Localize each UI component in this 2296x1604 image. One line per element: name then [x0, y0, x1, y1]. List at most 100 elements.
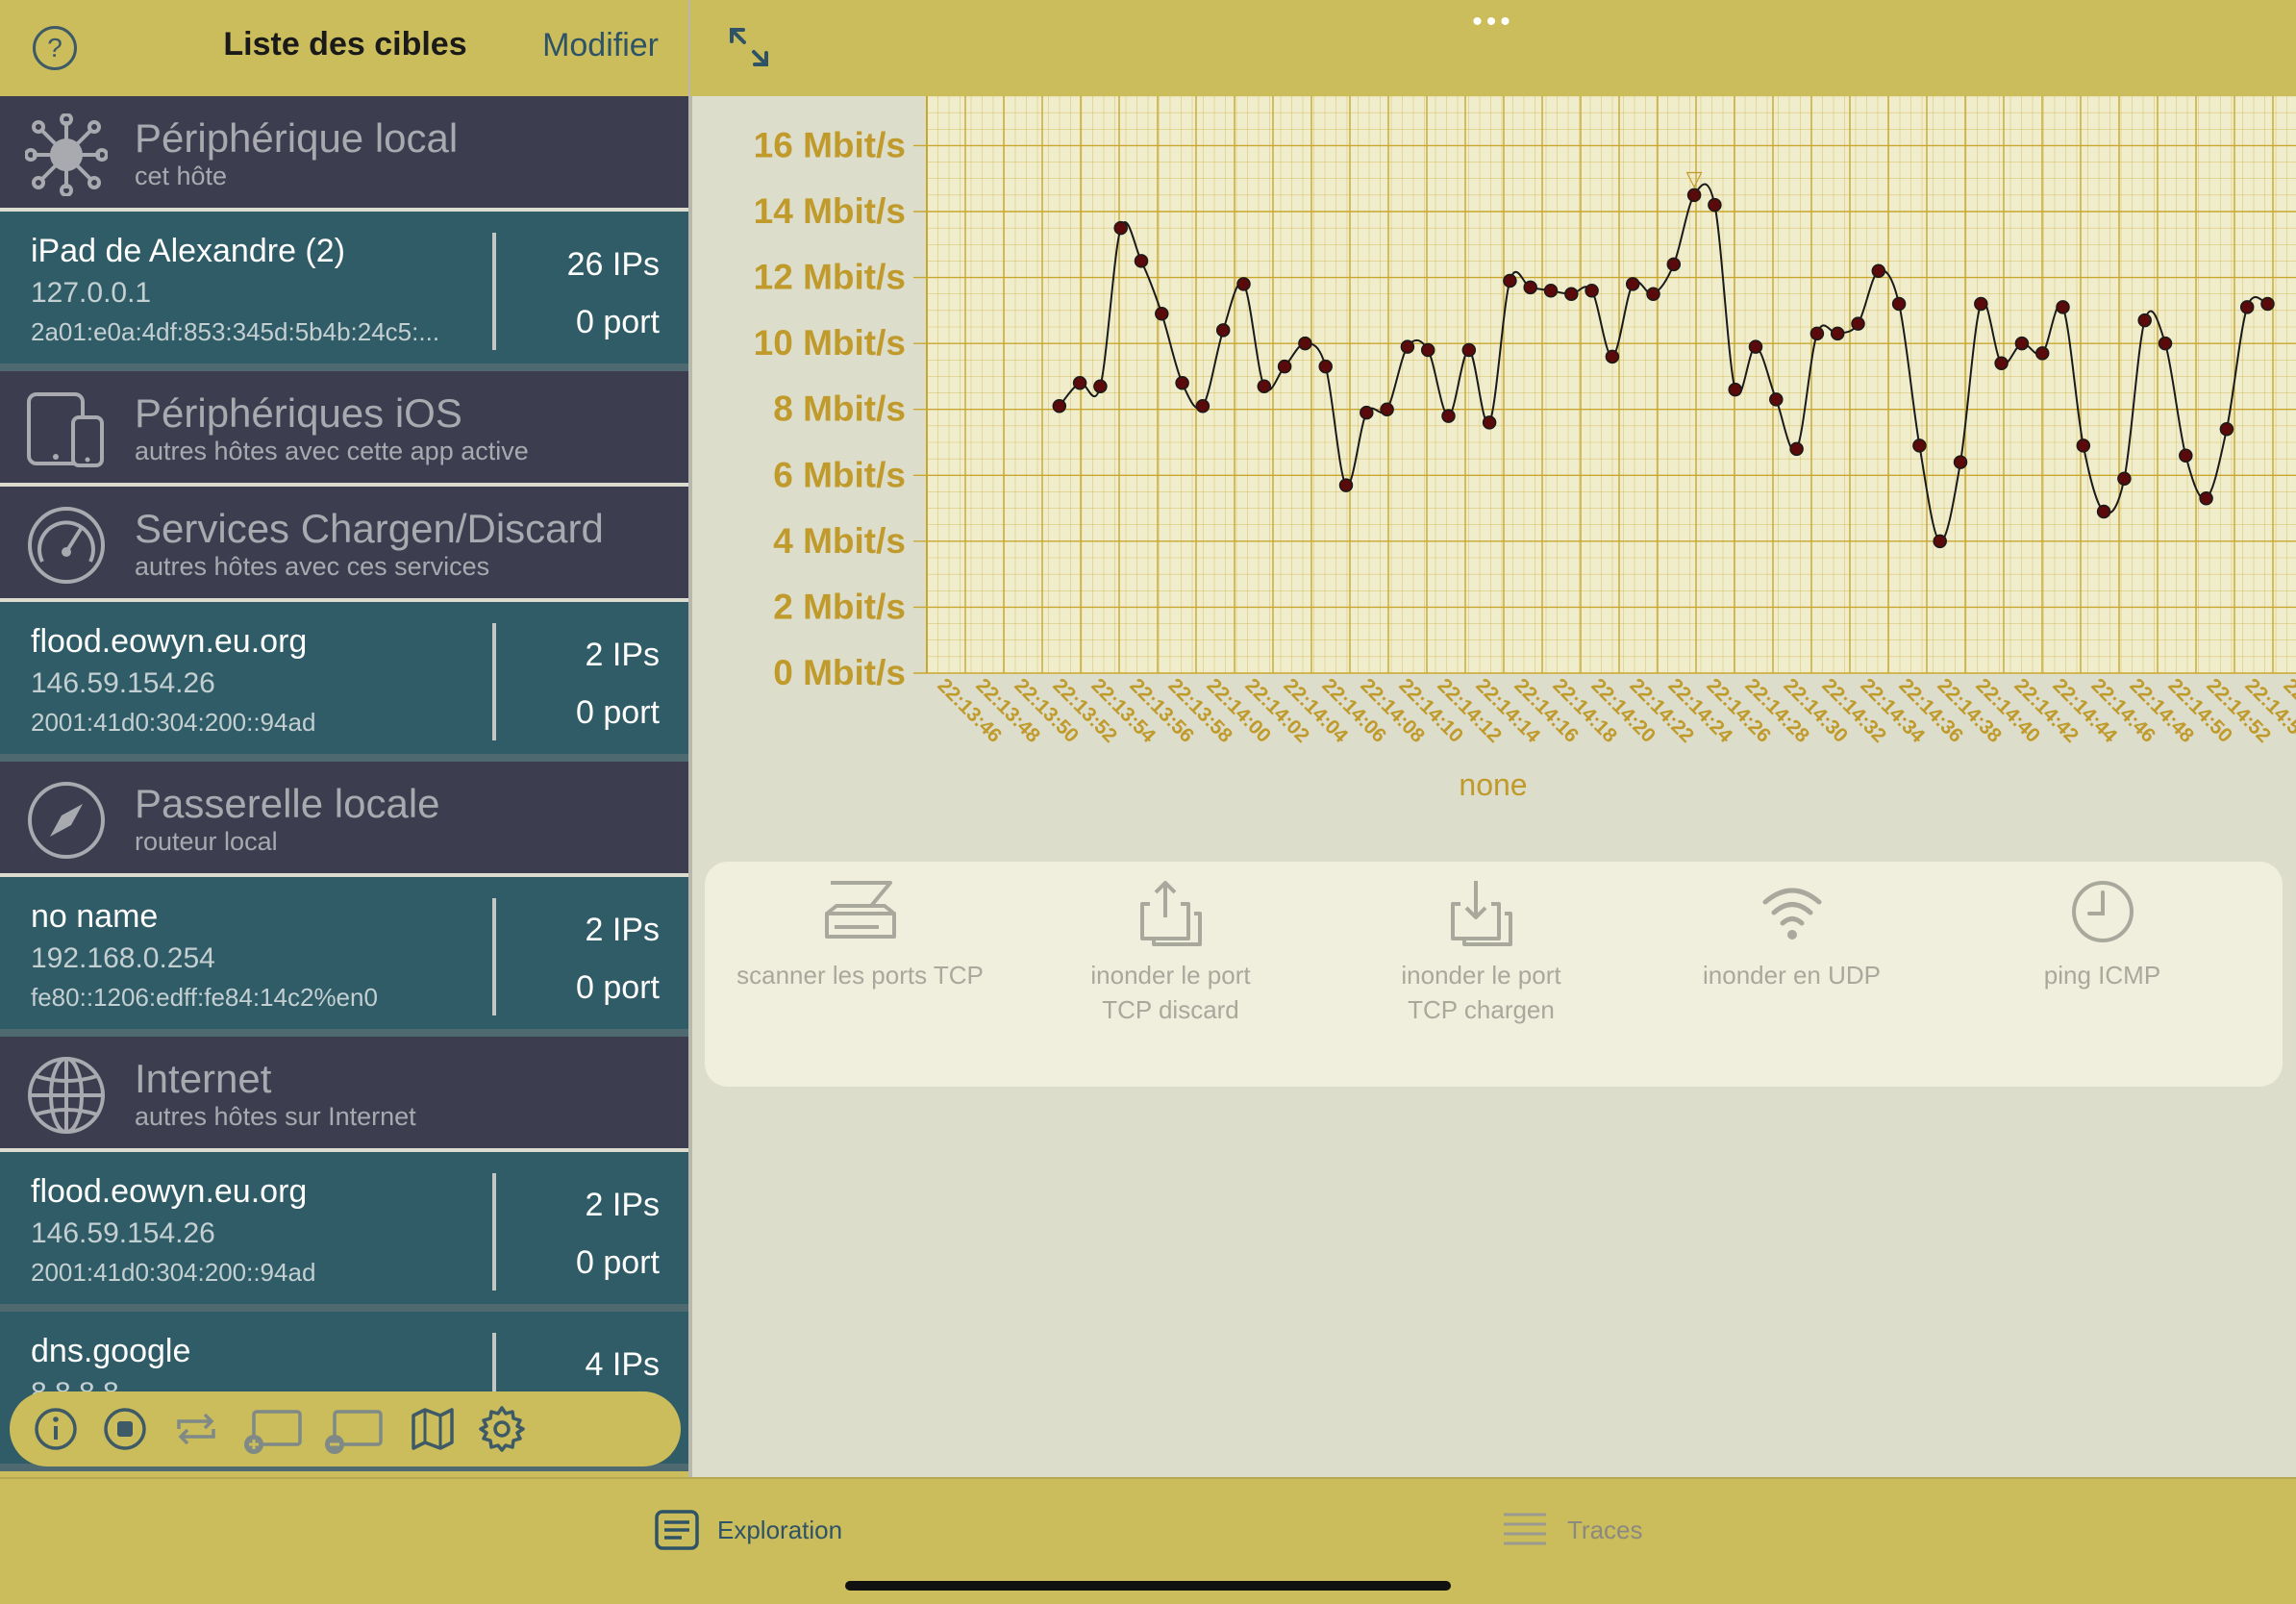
remove-target-icon[interactable] [321, 1404, 385, 1454]
floating-toolbar [10, 1391, 681, 1466]
target-row-ipad[interactable]: iPad de Alexandre (2) 127.0.0.1 2a01:e0a… [0, 212, 690, 371]
target-name: flood.eowyn.eu.org [31, 623, 308, 660]
data-point [1871, 263, 1886, 278]
section-subtitle: routeur local [135, 827, 278, 856]
add-target-icon[interactable] [240, 1404, 304, 1454]
data-point [1564, 287, 1579, 301]
data-point [1646, 287, 1660, 301]
y-tick-label: 8 Mbit/s [773, 389, 906, 429]
list-icon[interactable] [654, 1506, 700, 1554]
ping-icmp-button[interactable]: ping ICMP [1947, 877, 2258, 992]
y-tick-label: 4 Mbit/s [773, 521, 906, 561]
bandwidth-chart: 0 Mbit/s 2 Mbit/s 4 Mbit/s 6 Mbit/s 8 Mbit/s… [690, 95, 2296, 827]
data-point [1605, 349, 1620, 364]
section-subtitle: autres hôtes avec cette app active [135, 437, 529, 465]
sidebar-header: ? Liste des cibles Modifier [0, 0, 690, 96]
info-icon[interactable] [31, 1404, 81, 1454]
data-point [1503, 273, 1517, 288]
repeat-icon[interactable] [171, 1404, 221, 1454]
section-local-device[interactable]: Périphérique local cet hôte [0, 96, 690, 212]
action-panel: scanner les ports TCP inonder le port TCP… [705, 862, 2283, 1087]
target-ip-count: 2 IPs [585, 637, 660, 673]
data-point [2034, 346, 2050, 361]
data-point [1708, 197, 1722, 213]
data-point [1072, 376, 1087, 390]
data-point [1277, 359, 1292, 374]
data-point [1380, 402, 1394, 416]
data-point [1134, 254, 1149, 268]
section-local-gateway[interactable]: Passerelle locale routeur local [0, 762, 690, 877]
map-icon[interactable] [408, 1404, 458, 1454]
data-point [1420, 342, 1435, 358]
divider [492, 898, 496, 1015]
chart-svg: 0 Mbit/s 2 Mbit/s 4 Mbit/s 6 Mbit/s 8 Mbit/s… [754, 95, 2296, 747]
edit-button[interactable]: Modifier [542, 27, 659, 64]
section-ios-devices[interactable]: Périphériques iOS autres hôtes avec cett… [0, 371, 690, 487]
data-point [2137, 313, 2152, 328]
network-hub-icon [25, 113, 108, 196]
target-ip-count: 2 IPs [585, 1187, 660, 1223]
data-point [1851, 316, 1865, 331]
target-row-no-name[interactable]: no name 192.168.0.254 fe80::1206:edff:fe… [0, 877, 690, 1037]
data-point [2199, 491, 2213, 506]
data-point [1257, 379, 1272, 393]
target-row-flood-eowyn-internet[interactable]: flood.eowyn.eu.org 146.59.154.26 2001:41… [0, 1152, 690, 1312]
data-point [2096, 504, 2111, 519]
peak-marker: ▽ [1686, 167, 1703, 191]
target-list: Périphérique local cet hôte iPad de Alex… [0, 96, 690, 1471]
target-name: dns.google [31, 1333, 191, 1369]
gear-icon[interactable] [477, 1404, 527, 1454]
y-tick-label: 0 Mbit/s [773, 653, 906, 692]
section-subtitle: autres hôtes sur Internet [135, 1102, 416, 1131]
section-chargen-discard[interactable]: Services Chargen/Discard autres hôtes av… [0, 487, 690, 602]
globe-icon [28, 1057, 105, 1134]
flood-udp-button[interactable]: inonder en UDP [1636, 877, 1947, 992]
section-title: Périphériques iOS [135, 390, 462, 436]
data-point [1113, 220, 1128, 236]
data-point [1994, 356, 2009, 370]
target-ipv4: 146.59.154.26 [31, 1217, 215, 1249]
data-point [1338, 478, 1354, 492]
data-point [1461, 342, 1477, 358]
target-name: flood.eowyn.eu.org [31, 1173, 308, 1210]
section-title: Passerelle locale [135, 781, 440, 826]
data-point [2239, 300, 2255, 314]
section-internet[interactable]: Internet autres hôtes sur Internet [0, 1037, 690, 1152]
clock-icon [2071, 881, 2134, 942]
target-port-count: 0 port [576, 304, 660, 340]
expand-icon[interactable] [727, 25, 771, 69]
data-point [2260, 296, 2275, 312]
target-port-count: 0 port [576, 1244, 660, 1281]
data-point [1236, 277, 1251, 291]
scan-tcp-ports-button[interactable]: scanner les ports TCP [705, 877, 1015, 992]
data-point [1543, 284, 1559, 298]
y-tick-label: 16 Mbit/s [754, 125, 906, 164]
target-port-count: 0 port [576, 694, 660, 731]
target-row-flood-eowyn[interactable]: flood.eowyn.eu.org 146.59.154.26 2001:41… [0, 602, 690, 762]
chart-x-axis-title: none [690, 767, 2296, 803]
flood-tcp-chargen-button[interactable]: inonder le port TCP chargen [1326, 877, 1636, 1027]
action-label: inonder en UDP [1703, 961, 1881, 990]
y-tick-label: 12 Mbit/s [754, 258, 906, 297]
tab-exploration[interactable]: Exploration [717, 1516, 842, 1545]
data-point [1155, 307, 1169, 321]
target-port-count: 0 port [576, 969, 660, 1006]
data-point [1748, 339, 1763, 354]
data-point [1974, 296, 1988, 312]
tab-bar: Exploration Traces [0, 1477, 2296, 1604]
data-point [1585, 284, 1599, 298]
stop-icon[interactable] [100, 1404, 150, 1454]
home-indicator [845, 1581, 1451, 1591]
target-ipv6: 2001:41d0:304:200::94ad [31, 1258, 316, 1287]
data-point [2219, 422, 2234, 437]
lines-icon[interactable] [1502, 1506, 1548, 1554]
flood-tcp-discard-button[interactable]: inonder le port TCP discard [1015, 877, 1326, 1027]
tab-traces[interactable]: Traces [1567, 1516, 1643, 1545]
data-point [1830, 326, 1845, 341]
data-point [1298, 336, 1312, 351]
target-ipv6: 2001:41d0:304:200::94ad [31, 708, 316, 737]
section-subtitle: autres hôtes avec ces services [135, 552, 490, 581]
multitasking-dots[interactable]: ••• [690, 6, 2296, 38]
data-point [1666, 257, 1682, 272]
data-point [1482, 415, 1497, 430]
